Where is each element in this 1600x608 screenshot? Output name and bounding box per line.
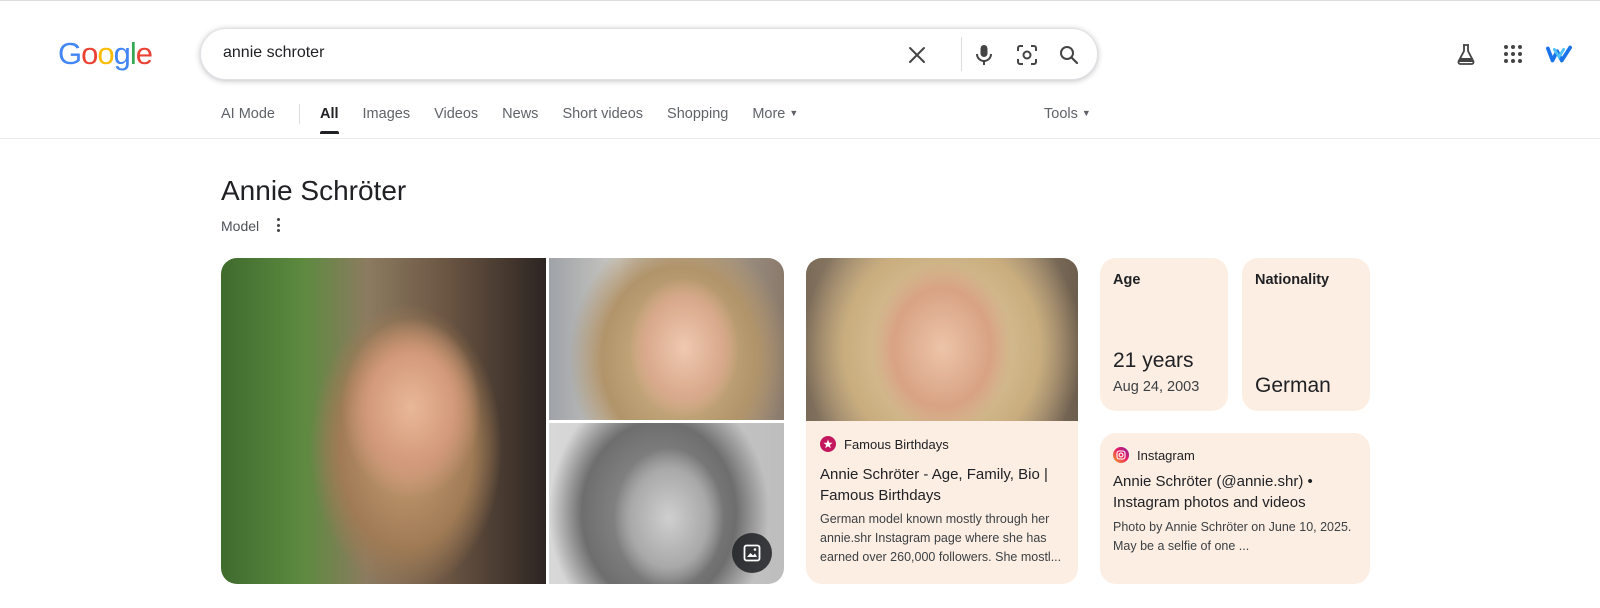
account-avatar-icon[interactable] xyxy=(1546,41,1572,67)
tab-all[interactable]: All xyxy=(320,106,339,136)
logo-letter: e xyxy=(135,36,153,71)
card-source[interactable]: Instagram xyxy=(1113,447,1195,463)
instagram-card[interactable]: Instagram Annie Schröter (@annie.shr) • … xyxy=(1100,433,1370,584)
result-snippet: Photo by Annie Schröter on June 10, 2025… xyxy=(1113,520,1352,553)
search-tabs: AI Mode All Images Videos News Short vid… xyxy=(221,104,822,136)
labs-flask-icon[interactable] xyxy=(1453,41,1479,67)
card-photo[interactable] xyxy=(806,258,1078,421)
tools-button[interactable]: Tools ▼ xyxy=(1044,106,1091,122)
logo-letter: G xyxy=(58,36,82,71)
result-title[interactable]: Annie Schröter (@annie.shr) • Instagram … xyxy=(1113,471,1358,513)
google-logo[interactable]: Google xyxy=(58,36,153,72)
result-snippet: German model known mostly through her an… xyxy=(820,512,1062,564)
tab-ai-mode[interactable]: AI Mode xyxy=(221,106,275,136)
tab-more[interactable]: More ▼ xyxy=(752,106,798,136)
photo-top-right[interactable] xyxy=(549,258,784,420)
famous-birthdays-card[interactable]: Famous Birthdays Annie Schröter - Age, F… xyxy=(806,258,1078,584)
famous-birthdays-icon xyxy=(820,436,836,452)
instagram-icon xyxy=(1113,447,1129,463)
search-icon[interactable] xyxy=(1056,42,1082,68)
nationality-fact-card[interactable]: Nationality German xyxy=(1242,258,1370,411)
clear-icon[interactable] xyxy=(904,42,930,68)
source-name: Instagram xyxy=(1137,447,1195,463)
image-collage[interactable] xyxy=(221,258,784,584)
tab-short-videos[interactable]: Short videos xyxy=(562,106,643,136)
caret-down-icon: ▼ xyxy=(1081,108,1091,118)
caret-down-icon: ▼ xyxy=(789,108,799,118)
fact-label: Age xyxy=(1113,272,1141,288)
lens-icon[interactable] xyxy=(1014,42,1040,68)
tab-shopping[interactable]: Shopping xyxy=(667,106,728,136)
logo-letter: g xyxy=(113,36,131,71)
apps-grid-icon[interactable] xyxy=(1500,41,1526,67)
tab-images[interactable]: Images xyxy=(363,106,411,136)
result-title[interactable]: Annie Schröter - Age, Family, Bio | Famo… xyxy=(820,464,1065,506)
more-options-icon[interactable] xyxy=(270,216,286,234)
birth-date: Aug 24, 2003 xyxy=(1113,379,1200,395)
age-fact-card[interactable]: Age 21 years Aug 24, 2003 xyxy=(1100,258,1228,411)
logo-letter: o xyxy=(81,36,98,71)
source-name: Famous Birthdays xyxy=(844,436,949,452)
entity-title: Annie Schröter xyxy=(221,175,407,206)
search-input[interactable]: annie schroter xyxy=(223,44,324,62)
tab-news[interactable]: News xyxy=(502,106,538,136)
search-box[interactable]: annie schroter xyxy=(200,28,1098,80)
tab-more-label: More xyxy=(752,106,786,122)
fact-label: Nationality xyxy=(1255,272,1330,288)
tabs-divider xyxy=(0,138,1600,139)
logo-letter: o xyxy=(97,36,114,71)
tools-label: Tools xyxy=(1044,106,1078,122)
tab-separator xyxy=(299,104,300,124)
top-border xyxy=(0,0,1600,1)
card-source[interactable]: Famous Birthdays xyxy=(820,436,949,452)
microphone-icon[interactable] xyxy=(971,42,997,68)
tab-videos[interactable]: Videos xyxy=(434,106,478,136)
image-icon[interactable] xyxy=(732,533,772,573)
photo-main[interactable] xyxy=(221,258,546,584)
nationality-value: German xyxy=(1255,374,1331,397)
search-divider xyxy=(961,37,962,71)
age-value: 21 years xyxy=(1113,349,1194,372)
entity-subtitle: Model xyxy=(221,218,260,234)
